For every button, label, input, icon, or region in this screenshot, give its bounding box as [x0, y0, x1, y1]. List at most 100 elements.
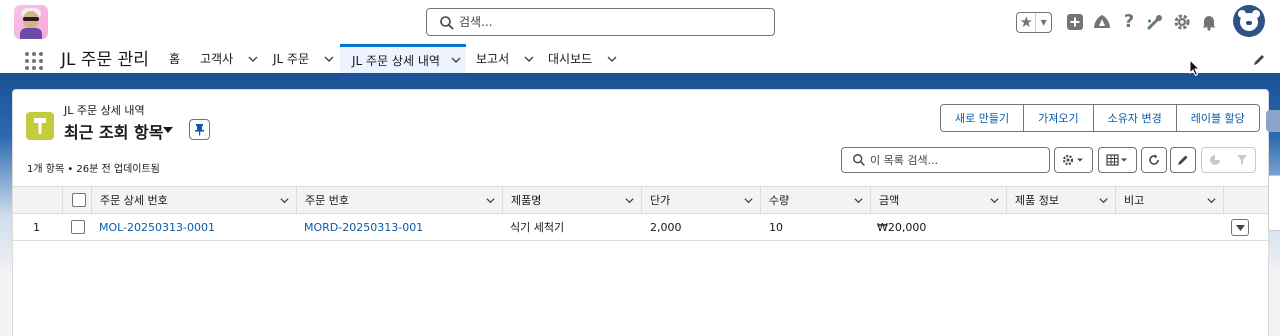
- import-button[interactable]: 가져오기: [1024, 105, 1094, 131]
- select-all-checkbox[interactable]: [72, 193, 86, 207]
- quantity-cell: 10: [769, 220, 783, 234]
- chevron-down-icon[interactable]: [606, 53, 618, 65]
- row-actions-header: [1224, 187, 1268, 213]
- app-launcher-icon[interactable]: [25, 52, 43, 70]
- filter-icon[interactable]: [1236, 154, 1248, 166]
- list-view-picker-caret-icon[interactable]: [163, 126, 173, 134]
- search-icon: [440, 16, 454, 30]
- user-avatar[interactable]: [1233, 5, 1265, 37]
- chevron-down-icon[interactable]: [247, 53, 259, 65]
- nav-item-label: 보고서: [476, 52, 510, 66]
- row-select-checkbox[interactable]: [71, 220, 85, 234]
- favorites-star-icon[interactable]: ★: [1017, 13, 1037, 32]
- column-header-amount[interactable]: 금액: [871, 187, 1007, 213]
- detail-no-cell: MOL-20250313-0001: [99, 214, 215, 240]
- nav-item-label: JL 주문: [273, 52, 310, 66]
- chevron-down-icon[interactable]: [485, 195, 496, 206]
- refresh-button[interactable]: [1141, 147, 1167, 173]
- chevron-down-icon[interactable]: [323, 53, 335, 65]
- nav-item-jl-orders[interactable]: JL 주문: [273, 44, 335, 73]
- table-dropdown-icon: [1105, 154, 1127, 166]
- nav-item-label: JL 주문 상세 내역: [352, 53, 440, 68]
- chevron-down-icon[interactable]: [743, 195, 754, 206]
- chart-icon[interactable]: [1209, 154, 1221, 166]
- pin-icon: [195, 124, 204, 136]
- column-header-product-name[interactable]: 제품명: [503, 187, 642, 213]
- favorites-button[interactable]: ★ ▼: [1016, 12, 1052, 33]
- chevron-down-icon[interactable]: [523, 53, 535, 65]
- chevron-down-icon: [1235, 224, 1245, 231]
- row-actions-menu-button[interactable]: [1231, 219, 1249, 236]
- select-all-header: [63, 187, 92, 213]
- org-logo[interactable]: [14, 5, 48, 39]
- global-search-input[interactable]: [459, 12, 759, 32]
- list-view-controls-button[interactable]: [1054, 147, 1093, 173]
- nav-item-label: 대시보드: [548, 52, 593, 66]
- gear-dropdown-icon: [1062, 154, 1083, 166]
- display-as-table-button[interactable]: [1098, 147, 1137, 173]
- settings-gear-icon[interactable]: [1172, 12, 1192, 32]
- list-search-input[interactable]: [870, 151, 1040, 169]
- setup-assistant-icon[interactable]: [1145, 12, 1165, 32]
- app-name: JL 주문 관리: [61, 50, 149, 70]
- object-type-label: JL 주문 상세 내역: [64, 104, 145, 117]
- trailhead-icon[interactable]: [1092, 12, 1112, 32]
- pencil-icon: [1178, 155, 1188, 165]
- column-header-unit-price[interactable]: 단가: [642, 187, 761, 213]
- refresh-icon: [1149, 154, 1159, 165]
- nav-item-home[interactable]: 홈: [169, 44, 180, 73]
- column-header-product-info[interactable]: 제품 정보: [1007, 187, 1116, 213]
- row-checkbox-cell: [71, 214, 85, 240]
- order-no-link[interactable]: MORD-20250313-001: [304, 221, 423, 234]
- row-number-header: [13, 187, 63, 213]
- app-navigation-bar: JL 주문 관리 홈 고객사 JL 주문 JL 주문 상세 내역 보고서 대시보…: [0, 44, 1280, 77]
- column-header-detail-no[interactable]: 주문 상세 번호: [92, 187, 297, 213]
- nav-item-jl-order-details[interactable]: JL 주문 상세 내역: [340, 44, 466, 73]
- help-icon[interactable]: ?: [1119, 12, 1139, 32]
- chevron-down-icon[interactable]: [1098, 195, 1109, 206]
- nav-item-accounts[interactable]: 고객사: [200, 44, 259, 73]
- chart-filter-button-group: [1201, 147, 1256, 173]
- list-view-card: JL 주문 상세 내역 최근 조회 항목 새로 만들기 가져오기 소유자 변경 …: [12, 89, 1269, 336]
- nav-item-dashboards[interactable]: 대시보드: [548, 44, 618, 73]
- nav-item-reports[interactable]: 보고서: [476, 44, 535, 73]
- order-no-cell: MORD-20250313-001: [304, 214, 423, 240]
- mouse-cursor-icon: [1189, 59, 1201, 77]
- chevron-down-icon[interactable]: [279, 195, 290, 206]
- inline-edit-button[interactable]: [1170, 147, 1196, 173]
- list-view-title[interactable]: 최근 조회 항목: [64, 119, 163, 143]
- chevron-down-icon[interactable]: [989, 195, 1000, 206]
- chevron-down-icon[interactable]: [853, 195, 864, 206]
- unit-price-cell: 2,000: [650, 220, 682, 234]
- add-icon[interactable]: [1065, 12, 1085, 32]
- edit-nav-pencil-icon[interactable]: [1252, 53, 1266, 67]
- column-header-quantity[interactable]: 수량: [761, 187, 871, 213]
- new-button[interactable]: 새로 만들기: [941, 105, 1025, 131]
- column-header-order-no[interactable]: 주문 번호: [297, 187, 503, 213]
- detail-no-link[interactable]: MOL-20250313-0001: [99, 221, 215, 234]
- chevron-down-icon[interactable]: [1206, 195, 1217, 206]
- global-search-box[interactable]: [426, 8, 775, 36]
- object-icon: [26, 112, 54, 140]
- row-number: 1: [33, 220, 40, 234]
- chevron-down-icon[interactable]: [450, 54, 462, 66]
- amount-cell: ₩20,000: [877, 220, 927, 234]
- list-actions-button-group: 새로 만들기 가져오기 소유자 변경 레이블 할당: [940, 104, 1260, 132]
- assign-label-button[interactable]: 레이블 할당: [1176, 105, 1259, 131]
- table-row: 1 MOL-20250313-0001 MORD-20250313-001 식기…: [13, 214, 1268, 241]
- side-utility-toolbar[interactable]: [1268, 175, 1280, 231]
- list-meta-info: 1개 항목 • 26분 전 업데이트됨: [27, 164, 160, 175]
- notification-bell-icon[interactable]: [1199, 12, 1219, 32]
- list-search-box[interactable]: [841, 147, 1050, 173]
- chevron-down-icon[interactable]: [624, 195, 635, 206]
- pin-list-view-button[interactable]: [189, 119, 210, 140]
- global-header: ★ ▼ ?: [0, 0, 1280, 44]
- table-header: 주문 상세 번호 주문 번호 제품명 단가 수량 금액 제품 정보 비고: [13, 186, 1268, 214]
- nav-item-label: 고객사: [200, 52, 234, 66]
- change-owner-button[interactable]: 소유자 변경: [1093, 105, 1177, 131]
- search-icon: [853, 154, 865, 166]
- product-name-cell: 식기 세척기: [510, 221, 565, 234]
- favorites-dropdown-icon[interactable]: ▼: [1036, 13, 1051, 32]
- column-header-note[interactable]: 비고: [1116, 187, 1224, 213]
- side-panel-toggle[interactable]: [1266, 110, 1280, 132]
